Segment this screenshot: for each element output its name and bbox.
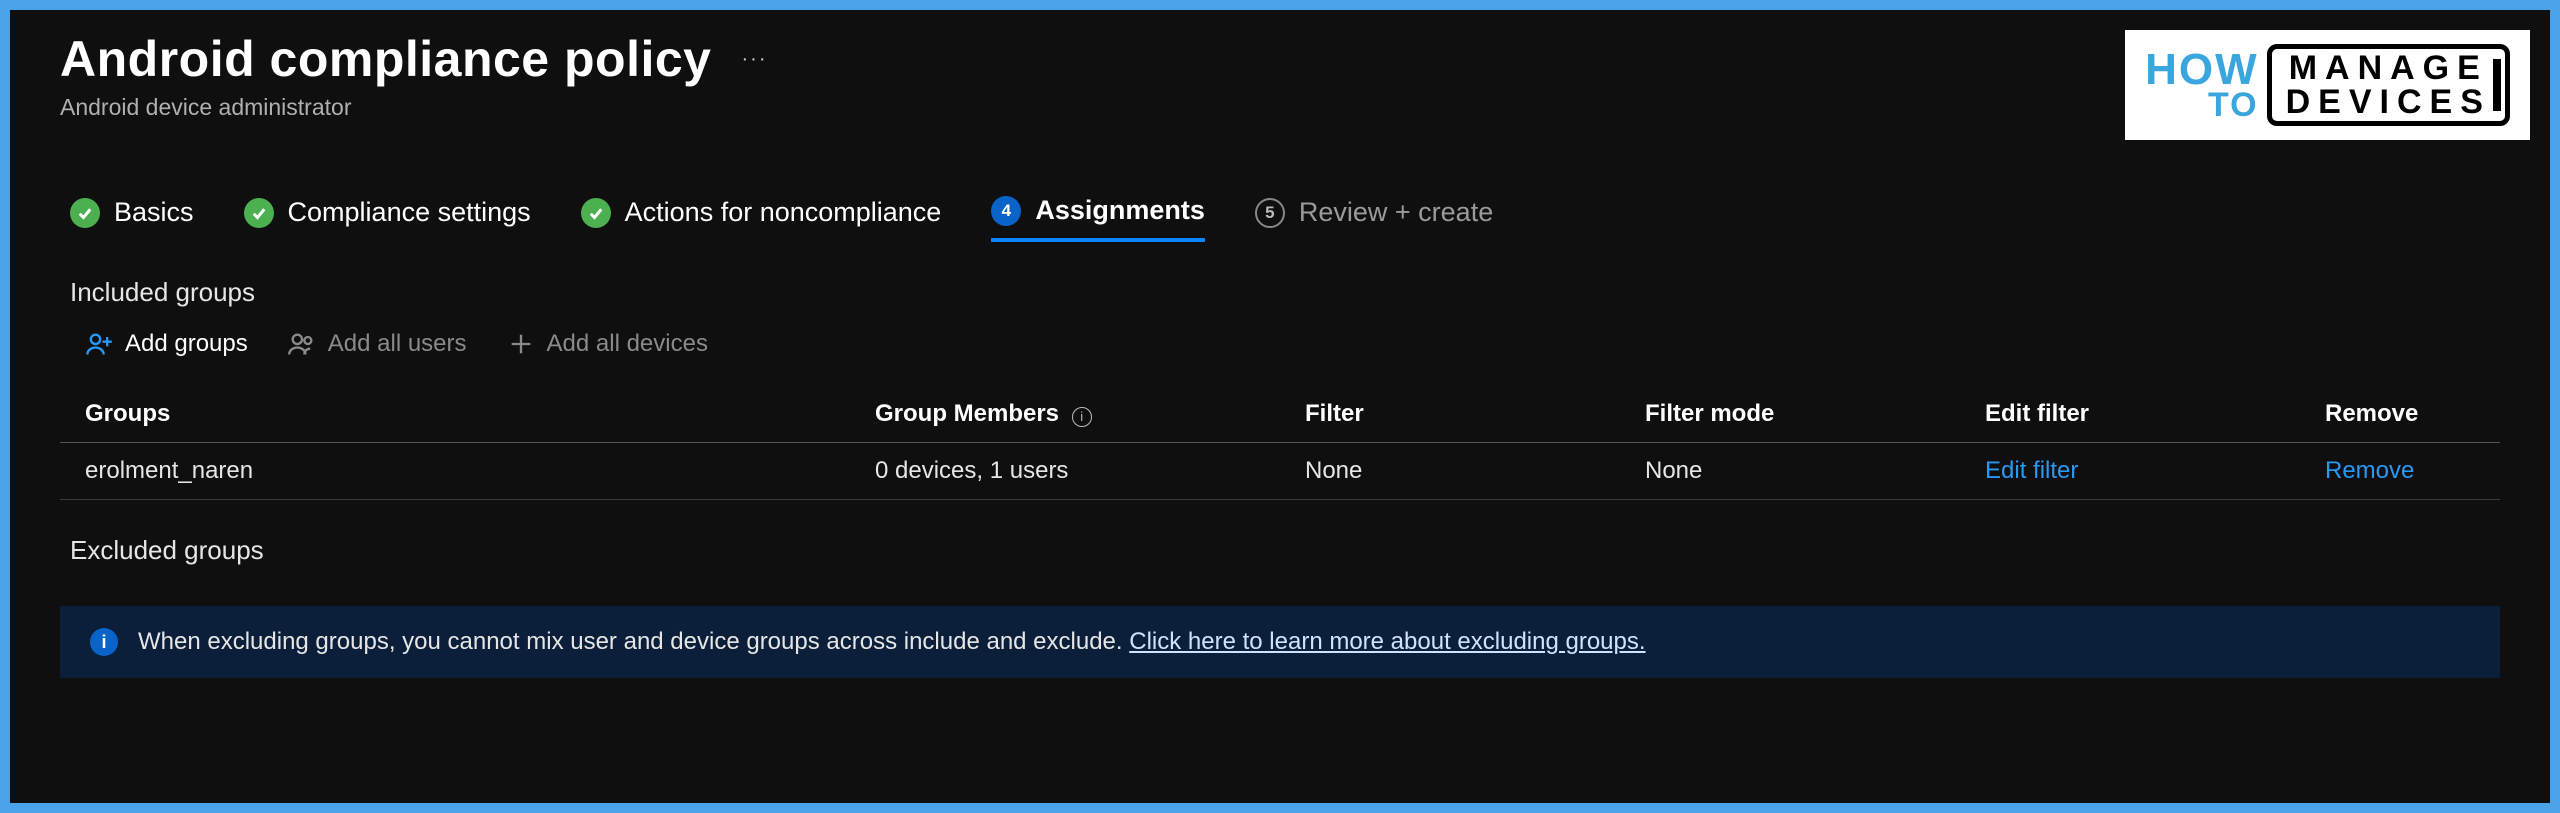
col-remove[interactable]: Remove bbox=[2325, 400, 2500, 428]
check-icon bbox=[70, 198, 100, 228]
table-header-row: Groups Group Members i Filter Filter mod… bbox=[60, 386, 2500, 443]
check-icon bbox=[244, 198, 274, 228]
button-label: Add groups bbox=[125, 330, 248, 358]
header-row: Android compliance policy ··· Android de… bbox=[60, 30, 2500, 140]
policy-panel: Android compliance policy ··· Android de… bbox=[10, 10, 2550, 803]
learn-more-link[interactable]: Click here to learn more about excluding… bbox=[1129, 628, 1645, 655]
plus-icon bbox=[507, 330, 535, 358]
included-groups-toolbar: Add groups Add all users Add all devices bbox=[60, 330, 2500, 358]
excluded-groups-heading: Excluded groups bbox=[60, 535, 2500, 566]
step-review-create[interactable]: 5 Review + create bbox=[1255, 197, 1493, 240]
remove-link[interactable]: Remove bbox=[2325, 457, 2500, 485]
col-edit-filter[interactable]: Edit filter bbox=[1985, 400, 2325, 428]
step-assignments[interactable]: 4 Assignments bbox=[991, 195, 1205, 242]
cell-group-name: erolment_naren bbox=[85, 457, 875, 485]
col-filter[interactable]: Filter bbox=[1305, 400, 1645, 428]
button-label: Add all users bbox=[328, 330, 467, 358]
page-subtitle: Android device administrator bbox=[60, 94, 767, 121]
table-row: erolment_naren 0 devices, 1 users None N… bbox=[60, 443, 2500, 500]
included-groups-heading: Included groups bbox=[60, 277, 2500, 308]
add-all-devices-button[interactable]: Add all devices bbox=[507, 330, 708, 358]
add-person-icon bbox=[85, 330, 113, 358]
cell-filter-mode: None bbox=[1645, 457, 1985, 485]
step-number-icon: 4 bbox=[991, 196, 1021, 226]
more-actions-icon[interactable]: ··· bbox=[742, 48, 768, 71]
col-members[interactable]: Group Members i bbox=[875, 400, 1305, 428]
banner-text: When excluding groups, you cannot mix us… bbox=[138, 628, 1646, 656]
add-groups-button[interactable]: Add groups bbox=[85, 330, 248, 358]
title-block: Android compliance policy ··· Android de… bbox=[60, 30, 767, 121]
add-all-users-button[interactable]: Add all users bbox=[288, 330, 467, 358]
users-icon bbox=[288, 330, 316, 358]
logo-text-to: TO bbox=[2208, 90, 2259, 121]
brand-logo: HOW TO MANAGE DEVICES bbox=[2125, 30, 2530, 140]
page-title: Android compliance policy bbox=[60, 30, 712, 88]
logo-text-how: HOW bbox=[2145, 50, 2259, 90]
step-label: Review + create bbox=[1299, 197, 1493, 228]
info-icon: i bbox=[90, 628, 118, 656]
cell-members: 0 devices, 1 users bbox=[875, 457, 1305, 485]
info-icon[interactable]: i bbox=[1072, 407, 1092, 427]
wizard-steps: Basics Compliance settings Actions for n… bbox=[60, 195, 2500, 242]
col-filter-mode[interactable]: Filter mode bbox=[1645, 400, 1985, 428]
col-groups[interactable]: Groups bbox=[85, 400, 875, 428]
step-basics[interactable]: Basics bbox=[70, 197, 194, 240]
check-icon bbox=[581, 198, 611, 228]
step-compliance-settings[interactable]: Compliance settings bbox=[244, 197, 531, 240]
button-label: Add all devices bbox=[547, 330, 708, 358]
cell-filter: None bbox=[1305, 457, 1645, 485]
included-groups-table: Groups Group Members i Filter Filter mod… bbox=[60, 386, 2500, 500]
step-label: Assignments bbox=[1035, 195, 1205, 226]
step-label: Actions for noncompliance bbox=[625, 197, 942, 228]
step-number-icon: 5 bbox=[1255, 198, 1285, 228]
edit-filter-link[interactable]: Edit filter bbox=[1985, 457, 2325, 485]
step-label: Compliance settings bbox=[288, 197, 531, 228]
step-label: Basics bbox=[114, 197, 194, 228]
exclude-info-banner: i When excluding groups, you cannot mix … bbox=[60, 606, 2500, 678]
logo-text-right: MANAGE DEVICES bbox=[2267, 44, 2510, 126]
step-actions-noncompliance[interactable]: Actions for noncompliance bbox=[581, 197, 942, 240]
